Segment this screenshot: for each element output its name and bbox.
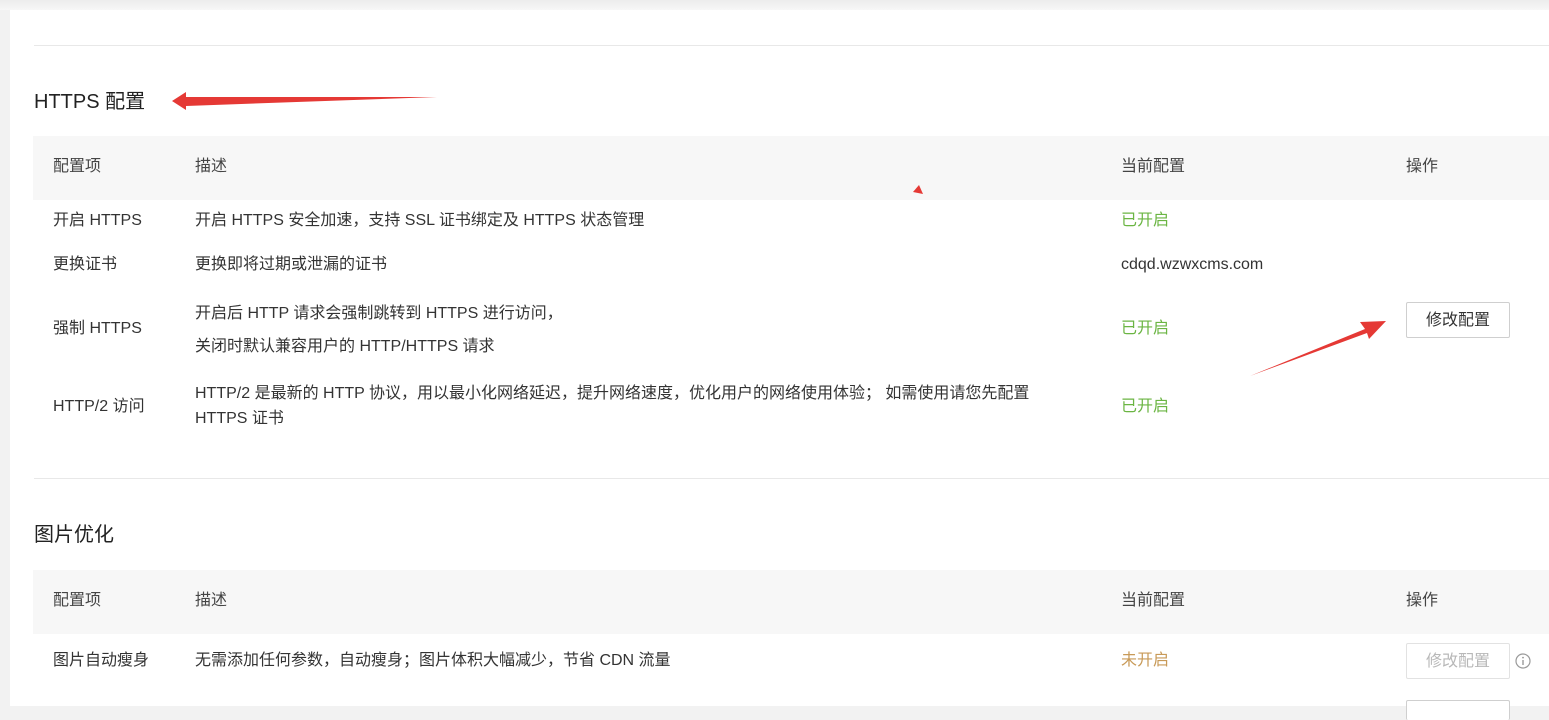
https-section-title: HTTPS 配置 — [34, 91, 146, 113]
table-row-desc: 开启后 HTTP 请求会强制跳转到 HTTPS 进行访问， — [195, 305, 563, 322]
status-badge: 已开启 — [1121, 212, 1170, 229]
modify-config-button-disabled: 修改配置 — [1406, 643, 1510, 679]
header-desc: 描述 — [195, 592, 228, 609]
header-action: 操作 — [1406, 592, 1439, 609]
section-divider — [34, 478, 1549, 479]
image-section-title: 图片优化 — [34, 524, 114, 546]
table-row-name: 强制 HTTPS — [53, 320, 142, 337]
header-current: 当前配置 — [1121, 158, 1186, 175]
top-divider — [34, 45, 1549, 46]
header-current: 当前配置 — [1121, 592, 1186, 609]
content-panel: HTTPS 配置 配置项 描述 当前配置 操作 开启 HTTPS 开启 HTTP… — [10, 10, 1549, 720]
header-item: 配置项 — [53, 158, 102, 175]
https-table-header: 配置项 描述 当前配置 操作 — [33, 136, 1549, 200]
image-table-header: 配置项 描述 当前配置 操作 — [33, 570, 1549, 634]
table-row-desc: HTTP/2 是最新的 HTTP 协议，用以最小化网络延迟，提升网络速度，优化用… — [195, 385, 1030, 402]
next-row-button-partial[interactable] — [1406, 700, 1510, 720]
status-badge: 未开启 — [1121, 652, 1170, 669]
top-shadow — [0, 0, 1549, 10]
certificate-domain: cdqd.wzwxcms.com — [1121, 256, 1264, 273]
header-desc: 描述 — [195, 158, 228, 175]
status-badge: 已开启 — [1121, 320, 1170, 337]
info-circle-icon[interactable] — [1515, 653, 1531, 669]
table-row-desc: 更换即将过期或泄漏的证书 — [195, 256, 388, 273]
table-row-desc: HTTPS 证书 — [195, 410, 284, 427]
header-action: 操作 — [1406, 158, 1439, 175]
table-row-desc: 开启 HTTPS 安全加速，支持 SSL 证书绑定及 HTTPS 状态管理 — [195, 212, 645, 229]
table-row-name: 图片自动瘦身 — [53, 652, 150, 669]
table-row-desc: 关闭时默认兼容用户的 HTTP/HTTPS 请求 — [195, 338, 495, 355]
table-row-name: 更换证书 — [53, 256, 118, 273]
header-item: 配置项 — [53, 592, 102, 609]
modify-config-button[interactable]: 修改配置 — [1406, 302, 1510, 338]
status-badge: 已开启 — [1121, 398, 1170, 415]
table-row-desc: 无需添加任何参数，自动瘦身；图片体积大幅减少，节省 CDN 流量 — [195, 652, 671, 669]
table-row-name: HTTP/2 访问 — [53, 398, 145, 415]
table-row-name: 开启 HTTPS — [53, 212, 142, 229]
